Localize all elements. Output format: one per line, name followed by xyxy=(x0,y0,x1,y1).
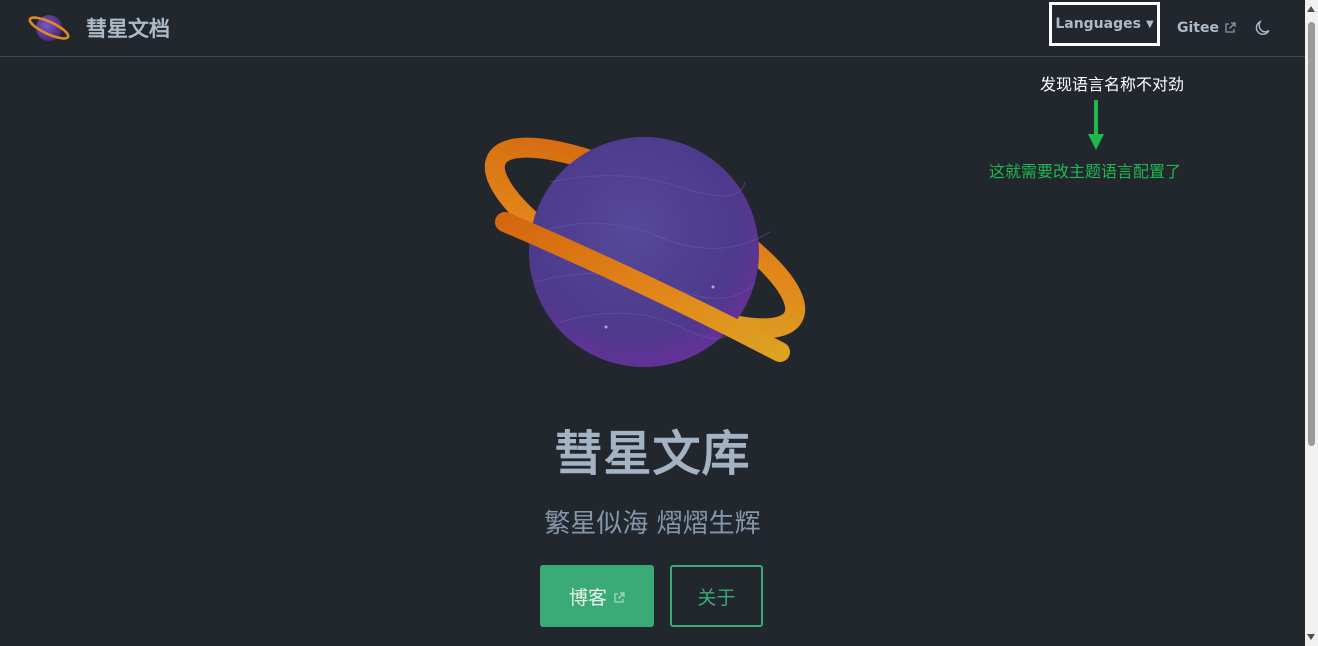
hero-tagline: 繁星似海 熠熠生辉 xyxy=(544,509,761,539)
vertical-scrollbar[interactable] xyxy=(1305,0,1318,646)
brand-link[interactable]: 彗星文档 xyxy=(27,10,170,46)
blog-button-label: 博客 xyxy=(568,586,607,609)
external-link-icon xyxy=(614,591,625,603)
scroll-up-arrow-icon[interactable] xyxy=(1307,6,1315,12)
gitee-label: Gitee xyxy=(1177,20,1219,36)
arrow-down-icon xyxy=(1088,100,1104,150)
moon-icon[interactable] xyxy=(1254,19,1272,37)
planet-hero-image xyxy=(484,137,806,367)
blog-button[interactable]: 博客 xyxy=(540,565,654,627)
about-button[interactable]: 关于 xyxy=(670,565,763,627)
caret-down-icon: ▼ xyxy=(1145,18,1154,30)
languages-dropdown[interactable]: Languages ▼ xyxy=(1049,2,1160,46)
scroll-down-arrow-icon[interactable] xyxy=(1307,634,1315,640)
external-link-icon xyxy=(1225,22,1236,33)
gitee-link[interactable]: Gitee xyxy=(1177,20,1236,36)
annotation-note: 发现语言名称不对劲 xyxy=(1040,75,1185,94)
top-navbar: 彗星文档 Languages ▼ Gitee xyxy=(0,0,1305,57)
planet-logo-icon xyxy=(28,15,70,41)
annotation-hint: 这就需要改主题语言配置了 xyxy=(989,162,1182,181)
hero-title: 彗星文库 xyxy=(554,426,751,482)
site-title: 彗星文档 xyxy=(86,17,170,41)
about-button-label: 关于 xyxy=(697,586,736,609)
languages-label: Languages xyxy=(1055,16,1141,32)
scroll-thumb[interactable] xyxy=(1308,22,1315,446)
